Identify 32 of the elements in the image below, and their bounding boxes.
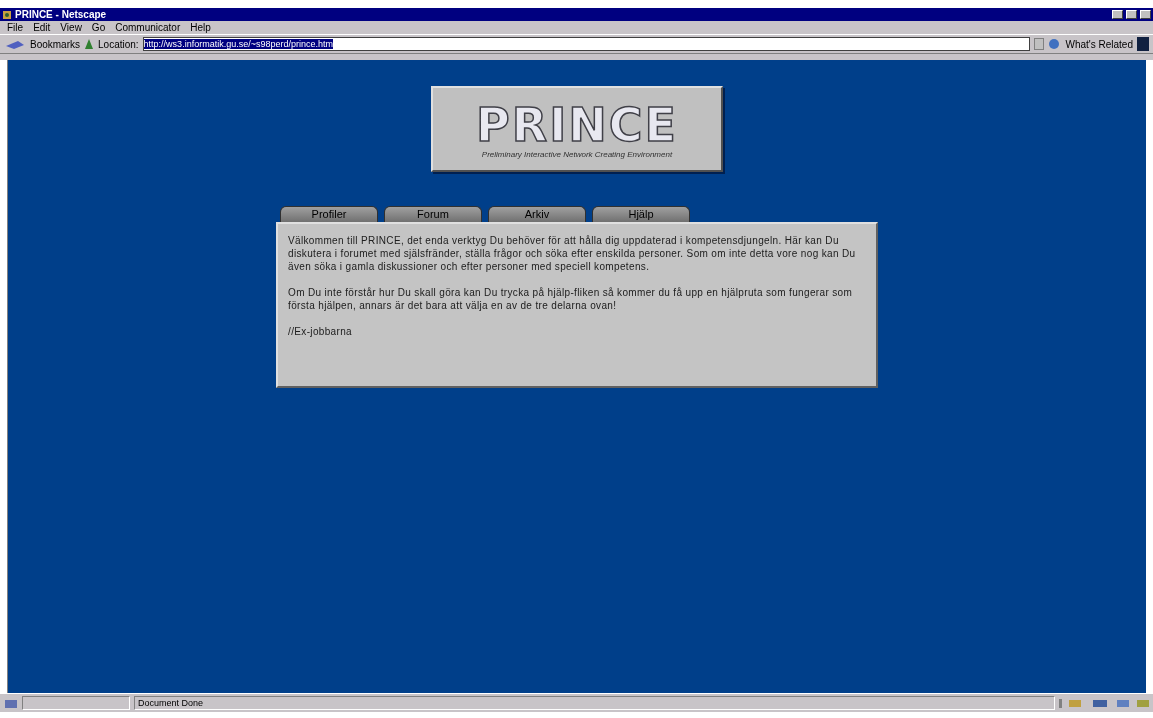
location-label: Location: bbox=[98, 38, 139, 50]
security-icon[interactable] bbox=[4, 697, 18, 709]
menu-item[interactable]: View bbox=[59, 22, 83, 33]
paragraph: Om Du inte förstår hur Du skall göra kan Du trycka på hjälp-fliken så kommer du få upp en hjälpruta som fungerar som första hjälpen, annars är det bara att välja en av de tre delarna ovan! bbox=[288, 286, 854, 312]
paragraph: //Ex-jobbarna bbox=[288, 325, 354, 338]
globe-icon bbox=[1047, 38, 1062, 50]
logo-title: PRINCE bbox=[476, 99, 678, 150]
paragraph: Välkommen till PRINCE, det enda verktyg Du behöver för att hålla dig uppdaterad i kompetensdjungeln. Här kan Du diskutera i forumet med själsfränder, ställa frågor och söka efter enskilda personer. Som om inte detta vore nog kan Du även söka i gamla diskussioner och efter personer med speciell kompetens. bbox=[288, 234, 857, 273]
bookmark-icon[interactable] bbox=[4, 38, 26, 50]
tab[interactable]: Forum bbox=[384, 206, 482, 222]
status-text: Document Done bbox=[134, 696, 1055, 710]
menu-item[interactable]: Edit bbox=[32, 22, 52, 33]
menu-item[interactable]: Go bbox=[90, 22, 107, 33]
maximize-button[interactable] bbox=[1126, 10, 1137, 19]
logo-subtitle: Preliminary Interactive Network Creating Environment bbox=[481, 149, 673, 159]
dropdown-button[interactable] bbox=[1033, 38, 1044, 50]
menu-item[interactable]: File bbox=[6, 22, 25, 33]
tab[interactable]: Hjälp bbox=[592, 206, 690, 222]
minimize-button[interactable] bbox=[1112, 10, 1123, 19]
location-icon bbox=[84, 38, 94, 50]
bookmarks-button[interactable]: Bookmarks bbox=[30, 38, 80, 50]
tab[interactable]: Arkiv bbox=[488, 206, 586, 222]
collapsed-toolbar[interactable] bbox=[0, 53, 1153, 60]
whats-related-button[interactable]: What's Related bbox=[1065, 38, 1133, 50]
location-field[interactable]: http://ws3.informatik.gu.se/~s98perd/prince.htm bbox=[142, 37, 1030, 51]
component-bar-drawing[interactable] bbox=[1059, 697, 1149, 709]
tab[interactable]: Profiler bbox=[280, 206, 378, 222]
window-title: PRINCE - Netscape bbox=[15, 9, 108, 20]
menu-item[interactable]: Communicator bbox=[114, 22, 182, 33]
close-button[interactable] bbox=[1140, 10, 1151, 19]
menu-item[interactable]: Help bbox=[189, 22, 212, 33]
app-icon bbox=[2, 9, 12, 20]
